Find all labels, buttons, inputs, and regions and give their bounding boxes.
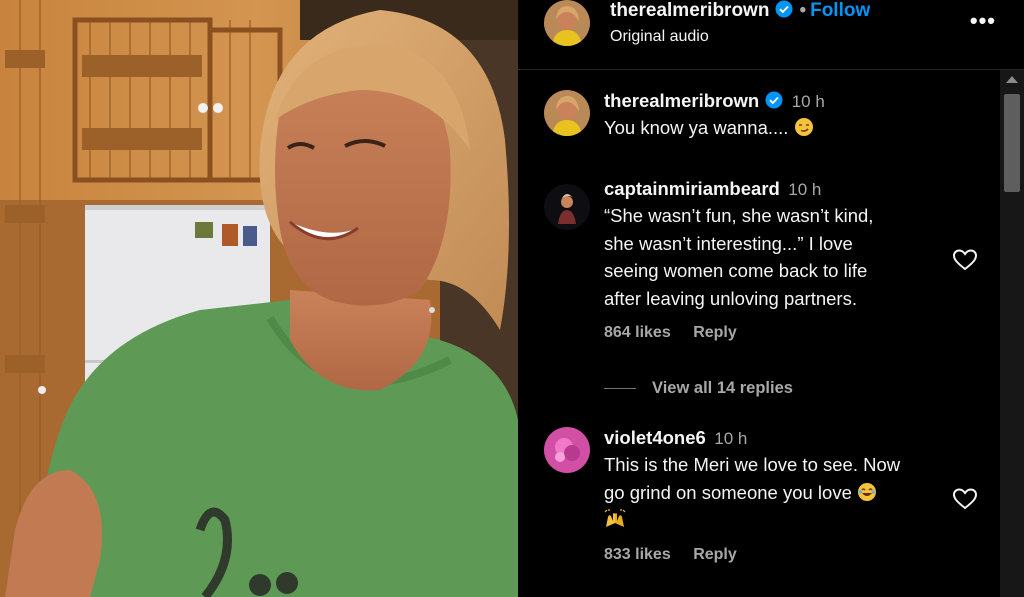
more-options-icon[interactable]: ••• bbox=[970, 8, 996, 34]
likes-count[interactable]: 833 likes bbox=[604, 546, 671, 563]
reply-button[interactable]: Reply bbox=[693, 324, 737, 341]
author-line: therealmeribrown • Follow bbox=[610, 0, 870, 22]
comment-username[interactable]: violet4one6 bbox=[604, 427, 706, 448]
comment-line-emoji bbox=[604, 506, 900, 534]
like-heart-icon[interactable] bbox=[952, 487, 978, 511]
comment-avatar[interactable] bbox=[544, 90, 590, 136]
verified-badge-icon bbox=[765, 91, 783, 109]
comment-text: You know ya wanna.... bbox=[604, 117, 789, 138]
laughing-emoji-icon bbox=[858, 482, 877, 501]
scroll-up-arrow-icon[interactable] bbox=[1006, 76, 1018, 83]
smirk-emoji-icon bbox=[794, 118, 813, 136]
comment-username[interactable]: captainmiriambeard bbox=[604, 178, 780, 199]
comment-body: captainmiriambeard 10 h “She wasn’t fun,… bbox=[604, 178, 873, 342]
author-avatar[interactable] bbox=[544, 0, 590, 46]
comment-time[interactable]: 10 h bbox=[788, 180, 821, 199]
comment-username[interactable]: therealmeribrown bbox=[604, 90, 759, 111]
video-frame[interactable] bbox=[0, 0, 518, 597]
comment-line: after leaving unloving partners. bbox=[604, 287, 857, 309]
comment-line: seeing women come back to life bbox=[604, 260, 868, 281]
view-replies-label[interactable]: View all 14 replies bbox=[652, 379, 793, 397]
comment-avatar[interactable] bbox=[544, 184, 590, 230]
comment-time[interactable]: 10 h bbox=[714, 429, 747, 448]
comment-line: This is the Meri we love to see. Now bbox=[604, 454, 901, 475]
comment-line: go grind on someone you love bbox=[604, 481, 852, 503]
raised-hands-emoji-icon bbox=[604, 509, 626, 527]
comment-line-with-emoji: go grind on someone you love bbox=[604, 479, 900, 507]
comment-avatar[interactable] bbox=[544, 427, 590, 473]
comment-time[interactable]: 10 h bbox=[792, 92, 825, 111]
comment-body: therealmeribrown 10 h You know ya wanna.… bbox=[604, 90, 825, 142]
author-username[interactable]: therealmeribrown bbox=[610, 0, 769, 21]
comment-meta: 833 likes Reply bbox=[604, 546, 900, 564]
comment-text: “She wasn’t fun, she wasn’t kind, she wa… bbox=[604, 202, 873, 312]
reply-button[interactable]: Reply bbox=[693, 546, 737, 563]
comment-meta: 864 likes Reply bbox=[604, 324, 873, 342]
comment-text-row: You know ya wanna.... bbox=[604, 114, 825, 142]
replies-divider bbox=[604, 388, 636, 390]
follow-button[interactable]: Follow bbox=[810, 0, 870, 21]
audio-label[interactable]: Original audio bbox=[610, 28, 709, 46]
comments-panel: therealmeribrown • Follow Original audio •… bbox=[518, 0, 1024, 597]
post-header: therealmeribrown • Follow Original audio •… bbox=[518, 0, 1024, 70]
like-heart-icon[interactable] bbox=[952, 248, 978, 272]
separator-dot: • bbox=[799, 0, 807, 21]
comments-list[interactable]: therealmeribrown 10 h You know ya wanna.… bbox=[518, 70, 1000, 597]
comments-scrollbar[interactable] bbox=[1000, 70, 1024, 597]
comment-text: This is the Meri we love to see. Now go … bbox=[604, 451, 900, 534]
comment-line: “She wasn’t fun, she wasn’t kind, bbox=[604, 205, 874, 226]
scrollbar-thumb[interactable] bbox=[1004, 94, 1020, 192]
comment-line: she wasn’t interesting...” I love bbox=[604, 232, 853, 254]
view-replies-button[interactable]: View all 14 replies bbox=[604, 379, 793, 398]
verified-badge-icon bbox=[775, 0, 793, 18]
video-still-illustration bbox=[0, 0, 518, 597]
likes-count[interactable]: 864 likes bbox=[604, 324, 671, 341]
comment-body: violet4one6 10 h This is the Meri we lov… bbox=[604, 427, 900, 564]
